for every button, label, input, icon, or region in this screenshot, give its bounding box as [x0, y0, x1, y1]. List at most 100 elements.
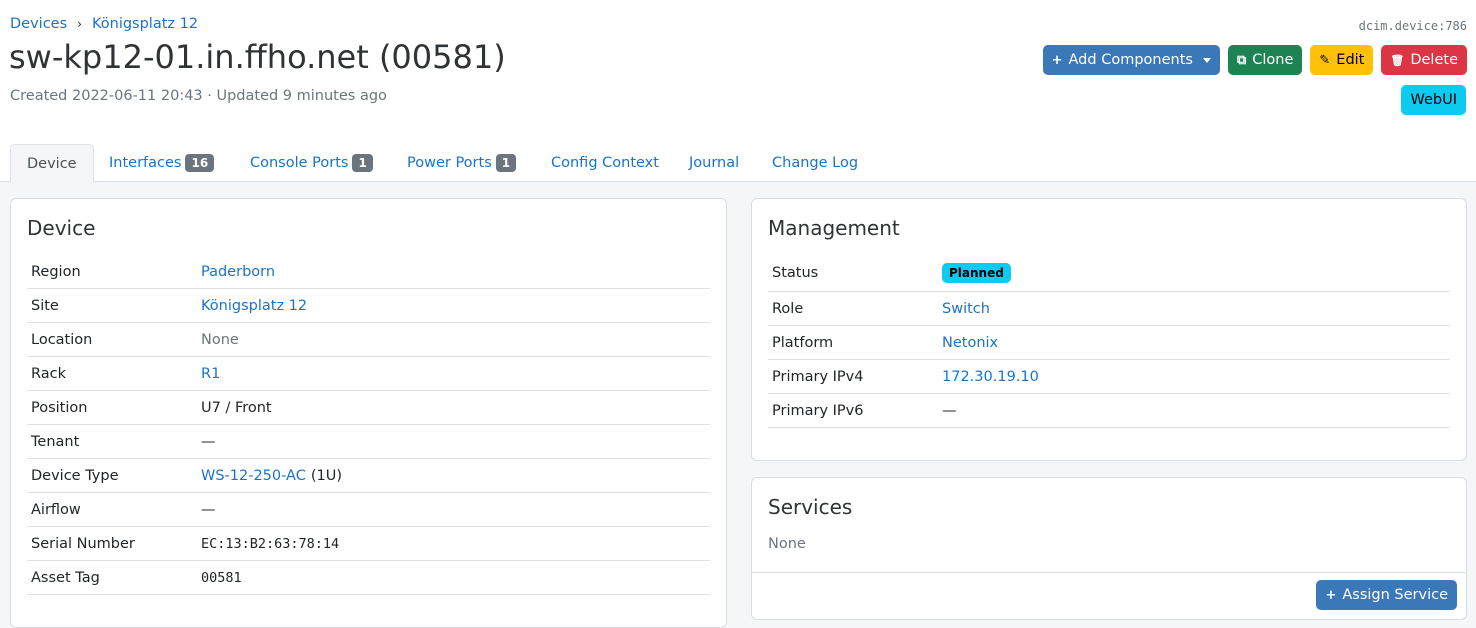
- tab-config-context[interactable]: Config Context: [551, 144, 659, 182]
- row-label: Role: [772, 300, 804, 317]
- tab-change-log[interactable]: Change Log: [772, 144, 858, 182]
- meta-separator: ·: [207, 88, 212, 104]
- breadcrumb: Devices › Königsplatz 12: [10, 16, 198, 32]
- card-title: Services: [768, 495, 853, 519]
- location-value: None: [201, 331, 239, 348]
- add-components-label: Add Components: [1068, 52, 1193, 68]
- tab-label: Interfaces: [109, 155, 182, 171]
- table-row: Status Planned: [768, 255, 1450, 292]
- add-components-button[interactable]: + Add Components: [1042, 45, 1220, 75]
- tab-label: Journal: [689, 155, 740, 171]
- row-label: Airflow: [31, 501, 81, 518]
- rack-link[interactable]: R1: [201, 366, 220, 382]
- tab-bar: Device Interfaces 16 Console Ports 1 Pow…: [0, 144, 1476, 183]
- management-attributes-table: Status Planned Role Switch Platform Neto…: [768, 255, 1450, 428]
- table-row: Serial Number EC:13:B2:63:78:14: [27, 527, 710, 561]
- primary-ipv4-link[interactable]: 172.30.19.10: [942, 369, 1039, 385]
- tab-label: Console Ports: [250, 155, 349, 171]
- table-row: Role Switch: [768, 292, 1450, 326]
- clone-button[interactable]: ⧉ Clone: [1227, 45, 1303, 75]
- breadcrumb-devices-link[interactable]: Devices: [10, 16, 67, 32]
- object-identifier: dcim.device:786: [1358, 19, 1467, 33]
- primary-ipv6-value: —: [942, 402, 957, 419]
- pencil-icon: ✎: [1319, 52, 1331, 68]
- table-row: Primary IPv4 172.30.19.10: [768, 360, 1450, 394]
- action-buttons: + Add Components ⧉ Clone ✎ Edit 🗑 Delete: [1042, 45, 1467, 75]
- tab-device[interactable]: Device: [10, 144, 94, 183]
- row-label: Device Type: [31, 467, 119, 484]
- table-row: Region Paderborn: [27, 255, 710, 289]
- services-empty-text: None: [768, 536, 806, 552]
- table-row: Site Königsplatz 12: [27, 289, 710, 323]
- tab-journal[interactable]: Journal: [689, 144, 739, 182]
- row-label: Tenant: [31, 433, 80, 450]
- row-label: Primary IPv4: [772, 368, 864, 385]
- row-label: Region: [31, 263, 81, 280]
- row-label: Status: [772, 265, 819, 281]
- row-label: Serial Number: [31, 535, 135, 552]
- position-value: U7 / Front: [201, 399, 272, 416]
- table-row: Primary IPv6 —: [768, 394, 1450, 428]
- caret-down-icon: [1202, 57, 1211, 63]
- table-row: Airflow —: [27, 493, 710, 527]
- table-row: Platform Netonix: [768, 326, 1450, 360]
- webui-button[interactable]: WebUI: [1401, 85, 1466, 115]
- assign-service-label: Assign Service: [1342, 587, 1448, 603]
- plus-icon: +: [1325, 587, 1337, 603]
- region-link[interactable]: Paderborn: [201, 264, 275, 280]
- page-title: sw-kp12-01.in.ffho.net (00581): [9, 38, 506, 76]
- table-row: Asset Tag 00581: [27, 561, 710, 595]
- row-label: Primary IPv6: [772, 402, 864, 419]
- tab-console-ports[interactable]: Console Ports 1: [250, 144, 373, 182]
- device-type-link[interactable]: WS-12-250-AC: [201, 468, 306, 484]
- row-label: Site: [31, 297, 59, 314]
- trash-icon: 🗑: [1390, 53, 1405, 67]
- tab-label: Device: [27, 155, 77, 172]
- edit-button[interactable]: ✎ Edit: [1310, 45, 1374, 75]
- tab-label: Power Ports: [407, 155, 492, 171]
- row-label: Asset Tag: [31, 569, 100, 586]
- tenant-value: —: [201, 433, 216, 450]
- clone-icon: ⧉: [1236, 52, 1247, 68]
- services-card: Services None + Assign Service: [751, 477, 1467, 620]
- created-timestamp: Created 2022-06-11 20:43: [10, 88, 203, 104]
- device-card: Device Region Paderborn Site Königsplatz…: [10, 198, 727, 628]
- breadcrumb-separator-icon: ›: [77, 17, 82, 31]
- assign-service-button[interactable]: + Assign Service: [1316, 580, 1457, 610]
- page-meta: Created 2022-06-11 20:43 · Updated 9 min…: [10, 88, 387, 104]
- table-row: Device Type WS-12-250-AC (1U): [27, 459, 710, 493]
- device-attributes-table: Region Paderborn Site Königsplatz 12 Loc…: [27, 255, 710, 595]
- tab-label: Config Context: [551, 155, 659, 171]
- serial-number-value: EC:13:B2:63:78:14: [201, 535, 340, 552]
- table-row: Position U7 / Front: [27, 391, 710, 425]
- delete-button[interactable]: 🗑 Delete: [1381, 45, 1467, 75]
- card-title: Device: [27, 216, 96, 240]
- row-label: Location: [31, 331, 93, 348]
- asset-tag-value: 00581: [201, 569, 242, 586]
- tab-interfaces[interactable]: Interfaces 16: [109, 144, 215, 182]
- tab-power-ports[interactable]: Power Ports 1: [407, 144, 517, 182]
- table-row: Rack R1: [27, 357, 710, 391]
- platform-link[interactable]: Netonix: [942, 335, 998, 351]
- airflow-value: —: [201, 501, 216, 518]
- table-row: Location None: [27, 323, 710, 357]
- row-label: Platform: [772, 334, 834, 351]
- tab-label: Change Log: [772, 155, 859, 171]
- count-badge: 1: [352, 154, 373, 172]
- edit-label: Edit: [1336, 52, 1365, 68]
- card-footer: + Assign Service: [752, 572, 1466, 619]
- card-title: Management: [768, 216, 900, 240]
- table-row: Tenant —: [27, 425, 710, 459]
- status-badge: Planned: [942, 263, 1011, 283]
- site-link[interactable]: Königsplatz 12: [201, 298, 307, 314]
- count-badge: 16: [185, 154, 215, 172]
- breadcrumb-site-link[interactable]: Königsplatz 12: [92, 16, 198, 32]
- row-label: Position: [31, 399, 88, 416]
- role-link[interactable]: Switch: [942, 301, 990, 317]
- clone-label: Clone: [1252, 52, 1294, 68]
- management-card: Management Status Planned Role Switch Pl…: [751, 198, 1467, 461]
- updated-timestamp: Updated 9 minutes ago: [216, 88, 387, 104]
- count-badge: 1: [495, 154, 517, 172]
- plus-icon: +: [1051, 52, 1063, 68]
- row-label: Rack: [31, 365, 67, 382]
